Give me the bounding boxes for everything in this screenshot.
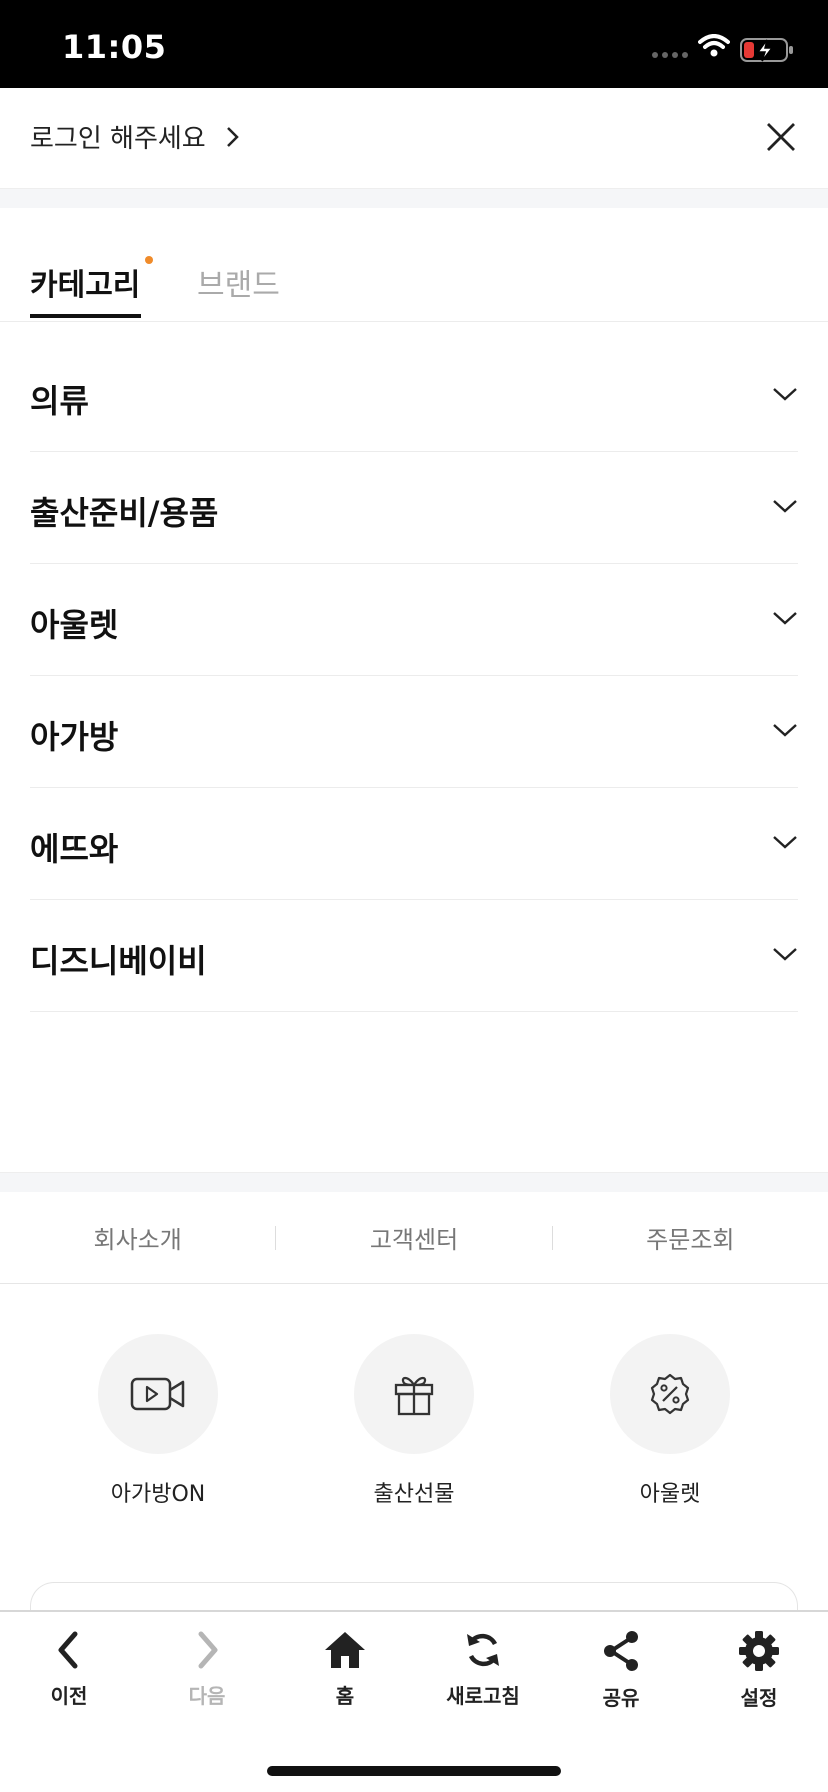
status-bar: 11:05 xyxy=(0,0,828,88)
category-item[interactable]: 아가방 xyxy=(30,676,798,788)
gear-icon xyxy=(739,1631,779,1671)
chevron-down-icon xyxy=(773,500,797,513)
category-label: 아가방 xyxy=(30,718,119,756)
category-list: 의류출산준비/용품아울렛아가방에뜨와디즈니베이비 xyxy=(30,340,798,1012)
category-item[interactable]: 디즈니베이비 xyxy=(30,900,798,1012)
chevron-down-icon xyxy=(773,948,797,961)
chevron-down-icon xyxy=(773,836,797,849)
refresh-icon xyxy=(467,1633,499,1667)
status-time: 11:05 xyxy=(62,28,167,66)
new-indicator-dot xyxy=(145,256,153,264)
gift-icon xyxy=(394,1376,434,1416)
chevron-down-icon xyxy=(773,724,797,737)
home-icon xyxy=(325,1632,365,1668)
quick-item-outlet[interactable]: 아울렛 xyxy=(570,1334,770,1508)
settings-label: 설정 xyxy=(740,1686,778,1710)
cellular-signal-icon xyxy=(652,52,688,58)
quick-item-live[interactable]: 아가방ON xyxy=(58,1334,258,1508)
back-button[interactable]: 이전 xyxy=(0,1612,138,1722)
discount-badge-icon xyxy=(650,1373,690,1415)
settings-button[interactable]: 설정 xyxy=(690,1612,828,1722)
wifi-icon xyxy=(698,34,730,57)
home-indicator xyxy=(267,1766,561,1776)
tab-category[interactable]: 카테고리 xyxy=(30,260,140,304)
category-item[interactable]: 에뜨와 xyxy=(30,788,798,900)
close-icon[interactable] xyxy=(760,116,802,158)
quick-item-label: 아울렛 xyxy=(639,1482,701,1507)
bottom-toolbar: 이전 다음 홈 새로고침 공유 설정 xyxy=(0,1610,828,1792)
share-icon xyxy=(604,1631,638,1671)
category-label: 에뜨와 xyxy=(30,830,119,868)
chevron-down-icon xyxy=(773,388,797,401)
category-label: 아울렛 xyxy=(30,606,119,644)
category-item[interactable]: 아울렛 xyxy=(30,564,798,676)
footer-link-order-lookup[interactable]: 주문조회 xyxy=(553,1220,828,1255)
tab-brand[interactable]: 브랜드 xyxy=(197,260,280,304)
home-button[interactable]: 홈 xyxy=(276,1612,414,1722)
footer-links: 회사소개 고객센터 주문조회 xyxy=(0,1192,828,1284)
category-item[interactable]: 출산준비/용품 xyxy=(30,452,798,564)
section-divider xyxy=(0,188,828,208)
login-link[interactable]: 로그인 해주세요 xyxy=(30,118,206,155)
footer-link-company[interactable]: 회사소개 xyxy=(0,1220,275,1255)
category-label: 디즈니베이비 xyxy=(30,942,207,980)
back-arrow-icon xyxy=(58,1631,78,1669)
refresh-button[interactable]: 새로고침 xyxy=(414,1612,552,1722)
quick-item-gift[interactable]: 출산선물 xyxy=(314,1334,514,1508)
tab-bar: 카테고리 브랜드 xyxy=(0,208,828,322)
chevron-down-icon xyxy=(773,612,797,625)
category-label: 의류 xyxy=(30,382,89,420)
home-label: 홈 xyxy=(335,1684,355,1708)
forward-label: 다음 xyxy=(188,1684,226,1708)
battery-charging-icon xyxy=(740,38,793,62)
login-row[interactable]: 로그인 해주세요 xyxy=(0,88,828,188)
category-label: 출산준비/용품 xyxy=(30,494,219,532)
share-label: 공유 xyxy=(602,1686,640,1710)
back-label: 이전 xyxy=(50,1684,88,1708)
footer-link-customer-center[interactable]: 고객센터 xyxy=(276,1220,551,1255)
video-camera-icon xyxy=(130,1377,185,1411)
forward-arrow-icon xyxy=(198,1631,218,1669)
share-button[interactable]: 공유 xyxy=(552,1612,690,1722)
quick-item-label: 아가방ON xyxy=(110,1482,206,1507)
section-divider xyxy=(0,1172,828,1192)
chevron-right-icon xyxy=(227,127,239,147)
quick-item-label: 출산선물 xyxy=(373,1482,455,1507)
refresh-label: 새로고침 xyxy=(446,1684,520,1708)
category-item[interactable]: 의류 xyxy=(30,340,798,452)
forward-button[interactable]: 다음 xyxy=(138,1612,276,1722)
active-tab-underline xyxy=(30,314,141,318)
